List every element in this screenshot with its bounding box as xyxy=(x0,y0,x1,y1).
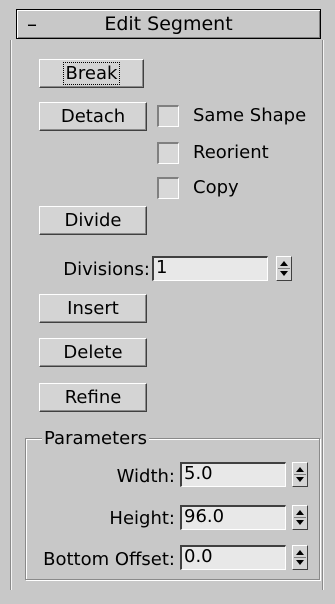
same-shape-checkbox[interactable] xyxy=(157,105,179,127)
width-label: Width: xyxy=(116,466,175,487)
refine-button[interactable]: Refine xyxy=(39,383,147,412)
bottom-offset-spinner[interactable] xyxy=(292,545,308,570)
spinner-up-icon xyxy=(296,550,304,555)
break-button-label: Break xyxy=(62,62,121,85)
spinner-divider xyxy=(278,268,290,269)
bottom-offset-label: Bottom Offset: xyxy=(43,549,175,570)
spinner-down-icon xyxy=(296,520,304,525)
divisions-spinner[interactable] xyxy=(276,256,292,281)
refine-button-label: Refine xyxy=(64,387,122,408)
width-input[interactable]: 5.0 xyxy=(180,462,286,487)
spinner-down-icon xyxy=(280,271,288,276)
spinner-divider xyxy=(294,557,306,558)
divide-button[interactable]: Divide xyxy=(39,206,147,235)
detach-button-label: Detach xyxy=(60,106,126,127)
parameters-title: Parameters xyxy=(42,428,150,449)
copy-checkbox[interactable] xyxy=(157,177,179,199)
reorient-label: Reorient xyxy=(193,142,269,163)
detach-button[interactable]: Detach xyxy=(39,102,147,131)
same-shape-label: Same Shape xyxy=(193,105,307,126)
height-label: Height: xyxy=(109,508,175,529)
copy-label: Copy xyxy=(193,177,239,198)
height-input[interactable]: 96.0 xyxy=(180,505,286,530)
reorient-checkbox[interactable] xyxy=(157,142,179,164)
rollout-border-right-highlight xyxy=(323,40,324,590)
spinner-down-icon xyxy=(296,560,304,565)
width-spinner[interactable] xyxy=(292,462,308,487)
delete-button-label: Delete xyxy=(63,342,123,363)
insert-button-label: Insert xyxy=(67,298,119,319)
divide-button-label: Divide xyxy=(64,210,122,231)
divisions-input[interactable]: 1 xyxy=(152,256,268,281)
rollout-title: Edit Segment xyxy=(104,13,233,35)
insert-button[interactable]: Insert xyxy=(39,294,147,323)
delete-button[interactable]: Delete xyxy=(39,338,147,367)
spinner-divider xyxy=(294,517,306,518)
rollout-header[interactable]: – Edit Segment xyxy=(16,9,321,39)
spinner-down-icon xyxy=(296,477,304,482)
divisions-label: Divisions: xyxy=(63,259,150,280)
spinner-divider xyxy=(294,474,306,475)
spinner-up-icon xyxy=(296,467,304,472)
break-button[interactable]: Break xyxy=(39,59,144,88)
spinner-up-icon xyxy=(296,510,304,515)
height-spinner[interactable] xyxy=(292,505,308,530)
spinner-up-icon xyxy=(280,261,288,266)
bottom-offset-input[interactable]: 0.0 xyxy=(180,545,286,570)
rollout-border-left-highlight xyxy=(11,40,12,590)
